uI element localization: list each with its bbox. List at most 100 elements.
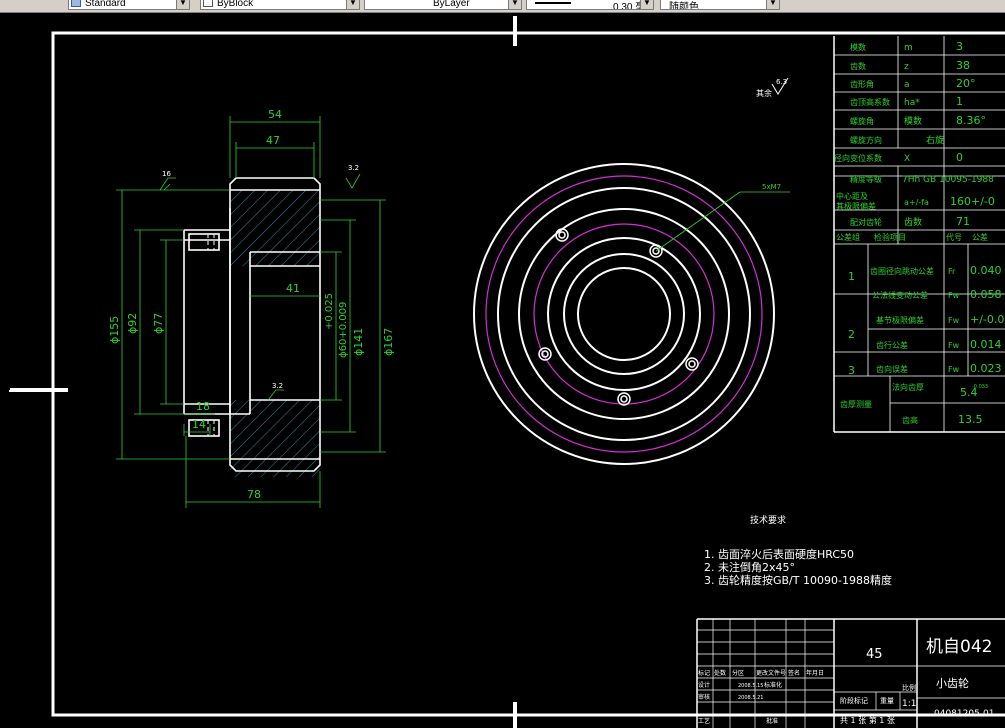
material: 45 xyxy=(866,647,883,662)
inspect-group: 1 xyxy=(848,270,855,283)
linetype-combo[interactable]: ByBlock ▼ xyxy=(200,0,360,10)
inspect-header: 检验项目 xyxy=(874,232,906,242)
dim-54: 54 xyxy=(268,108,282,121)
param-name: 精度等级 xyxy=(850,174,882,184)
param-symbol: 齿数 xyxy=(904,216,922,228)
dim-phi60: ϕ60+0.009 xyxy=(338,302,349,358)
drawing-number: 机自042 xyxy=(926,637,992,657)
lineweight-combo[interactable]: 0.30 毫米 ▼ xyxy=(526,0,654,10)
measure-value2: 13.5 xyxy=(958,413,983,426)
inspect-value: +/-0.0 xyxy=(970,313,1004,326)
std-label: 标准化 xyxy=(764,681,782,689)
measure-value1-sup: -0.033 xyxy=(972,384,988,390)
param-value: 3 xyxy=(956,40,963,53)
inspect-value: 0.040 xyxy=(970,264,1002,277)
inspect-symbol: Fw xyxy=(948,316,960,325)
param-name: 中心距及 xyxy=(836,191,868,201)
param-value: 0 xyxy=(956,151,963,164)
inspect-item: 基节极限偏差 xyxy=(876,315,924,325)
param-symbol: 模数 xyxy=(904,115,922,127)
dim-78: 78 xyxy=(247,488,261,501)
inspect-symbol: Fw xyxy=(948,291,960,300)
param-name: 齿顶高系数 xyxy=(850,97,890,107)
tech-line-3: 3. 齿轮精度按GB/T 10090-1988精度 xyxy=(704,573,892,587)
color-combo[interactable]: 随颜色 ▼ xyxy=(660,0,780,10)
param-name-2: 其极限偏差 xyxy=(836,201,876,211)
chevron-down-icon[interactable]: ▼ xyxy=(176,0,189,9)
dim-18: 18 xyxy=(196,400,210,413)
ratio-label: 比例 xyxy=(902,683,916,692)
param-value: 右旋 xyxy=(926,134,944,146)
designer-label: 设计 xyxy=(698,681,710,689)
measure-label: 齿厚测量 xyxy=(840,400,872,409)
inspect-item: 齿行公差 xyxy=(876,340,908,350)
leader-label: 5xM7 xyxy=(762,183,781,191)
layer-combo[interactable]: ByLayer ▼ xyxy=(364,0,522,10)
chevron-down-icon[interactable]: ▼ xyxy=(346,0,359,9)
text-style-combo[interactable]: Standard ▼ xyxy=(68,0,190,10)
hdr-mark: 标记 xyxy=(698,669,710,677)
measure-row2: 齿高 xyxy=(902,415,918,425)
chevron-down-icon[interactable]: ▼ xyxy=(766,0,779,9)
param-symbol: ha* xyxy=(904,98,920,108)
approve-label: 批准 xyxy=(766,717,778,725)
hatch-top xyxy=(230,190,320,266)
dim-phi155: ϕ155 xyxy=(108,316,121,344)
parameter-table: 模数 m 3 齿数 z 38 齿形角 a 20° 齿顶高系数 ha* 1 螺旋角 模数 8.36° 螺旋方向 右… xyxy=(833,36,1005,433)
inspect-value: 0.058 xyxy=(970,288,1002,301)
param-name: 齿数 xyxy=(850,61,866,71)
roughness-rest-label: 其余 xyxy=(756,88,772,98)
param-name: 螺旋角 xyxy=(850,116,874,126)
param-name: 螺旋方向 xyxy=(850,135,882,145)
inspect-header: 公差 xyxy=(972,232,988,242)
hdr-zone: 分区 xyxy=(732,669,744,677)
param-value: 160+/-0 xyxy=(950,195,995,208)
param-value: 7Hh GB 10095-1988 xyxy=(902,175,994,185)
drawing-canvas[interactable]: 54 47 41 18 14 78 ϕ155 ϕ92 ϕ77 ϕ141 ϕ167… xyxy=(0,12,1005,728)
param-value: 38 xyxy=(956,59,970,72)
check-date: 2008.5.21 xyxy=(738,695,763,701)
hatch-bottom xyxy=(230,400,320,477)
tech-title: 技术要求 xyxy=(750,514,786,526)
part-name: 小齿轮 xyxy=(936,676,969,690)
bolt-holes xyxy=(538,228,699,406)
text-style-icon xyxy=(71,0,81,7)
tech-line-1: 1. 齿面淬火后表面硬度HRC50 xyxy=(704,547,854,561)
dim-41: 41 xyxy=(286,282,300,295)
dim-phi77: ϕ77 xyxy=(152,313,165,334)
inspect-value: 0.014 xyxy=(970,338,1002,351)
dim-14: 14 xyxy=(192,418,206,431)
chevron-down-icon[interactable]: ▼ xyxy=(640,0,653,9)
param-name: 径向变位系数 xyxy=(834,153,882,163)
inspect-item: 齿向误差 xyxy=(876,364,908,374)
dim-phi92: ϕ92 xyxy=(126,313,139,334)
dim-phi167: ϕ167 xyxy=(382,328,395,356)
inspect-symbol: Fw xyxy=(948,341,960,350)
lineweight-swatch xyxy=(535,2,571,4)
inspect-symbol: Fr xyxy=(948,267,956,276)
design-date: 2008.5.15 xyxy=(738,683,763,689)
measure-row1: 法向齿厚 xyxy=(892,382,924,392)
linetype-icon xyxy=(203,0,213,7)
color-value: 随颜色 xyxy=(669,2,699,10)
inspect-item: 公法线变动公差 xyxy=(872,290,928,300)
chevron-down-icon[interactable]: ▼ xyxy=(508,0,521,9)
gear-pitch-circles xyxy=(485,175,763,453)
inspect-header: 代号 xyxy=(946,232,962,242)
process-label: 工艺 xyxy=(698,717,710,725)
param-symbol: a xyxy=(904,80,910,90)
scale: 1:1 xyxy=(902,699,916,709)
param-symbol: m xyxy=(904,43,913,53)
inspect-header: 公差组 xyxy=(836,232,860,242)
hdr-count: 处数 xyxy=(714,669,726,677)
dim-phi141: ϕ141 xyxy=(352,328,365,356)
tech-line-2: 2. 未注倒角2x45° xyxy=(704,560,795,574)
param-value: 71 xyxy=(956,215,970,228)
param-name: 模数 xyxy=(850,42,866,52)
roughness-32a: 3.2 xyxy=(348,164,359,172)
sheet-count: 共 1 张 第 1 张 xyxy=(840,715,895,725)
text-style-value: Standard xyxy=(85,0,126,9)
inspect-value: 0.023 xyxy=(970,362,1002,375)
hdr-change: 更改文件号 xyxy=(756,669,786,677)
technical-requirements: 技术要求 1. 齿面淬火后表面硬度HRC50 2. 未注倒角2x45° 3. 齿… xyxy=(704,514,892,587)
